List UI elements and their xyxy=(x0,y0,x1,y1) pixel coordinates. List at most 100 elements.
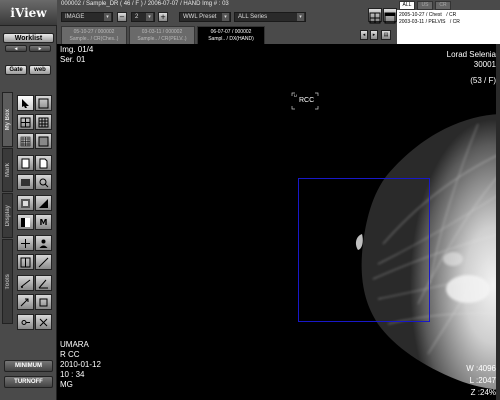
study-history-panel: ALL US CR 2005-10-27 / Chest / CR 2003-0… xyxy=(397,0,500,44)
grid-icon xyxy=(20,136,31,146)
zoom-tool-button[interactable] xyxy=(17,195,34,211)
worklist-button[interactable]: Worklist xyxy=(3,33,54,43)
study-date: 2010-01-12 xyxy=(60,360,101,369)
chevron-right-icon: ▸ xyxy=(372,32,376,38)
study-tab-1[interactable]: 05-10-27 / 000002 Sample.. / CR(Ches..) xyxy=(61,26,127,44)
marker-label: RCC xyxy=(299,97,315,104)
annotation-icon xyxy=(20,279,31,288)
menu-icon: ▤ xyxy=(383,32,389,38)
layout-select[interactable]: 2 ▾ xyxy=(131,12,155,22)
window-level: L :2047 xyxy=(469,376,496,385)
annotation-tool-button[interactable] xyxy=(17,275,34,291)
layout-single-button[interactable] xyxy=(383,8,397,24)
study-tab-2-desc: Sample.. / CR(PELV..) xyxy=(137,36,187,42)
wwl-preset-value: WWL Preset xyxy=(183,14,217,20)
grid-custom-button[interactable] xyxy=(35,133,52,149)
history-row[interactable]: 2003-03-11 / PELVIS / CR xyxy=(399,19,460,25)
settings-tool-button[interactable] xyxy=(35,314,52,330)
history-row-modality: / CR xyxy=(446,12,457,18)
wwl-preset-select[interactable]: WWL Preset ▾ xyxy=(179,12,231,22)
grid-icon xyxy=(369,12,381,24)
worklist-prev-button[interactable]: ◂ xyxy=(5,45,27,52)
layout-select-value: 2 xyxy=(135,14,139,20)
device-name: Lorad Selenia xyxy=(446,50,496,59)
layout-grid-button[interactable] xyxy=(368,8,382,24)
tab-my-box[interactable]: My Box xyxy=(2,92,13,147)
tab-display-label: Display xyxy=(4,204,11,227)
view-position: R CC xyxy=(60,350,80,359)
contrast-icon xyxy=(39,198,48,208)
history-tab-cr[interactable]: CR xyxy=(435,1,451,10)
tab-scroll-left-button[interactable]: ◂ xyxy=(360,30,368,40)
grid-1x1-button[interactable] xyxy=(35,95,52,111)
turnoff-button[interactable]: TURNOFF xyxy=(4,376,53,388)
study-tab-2-date: 03-03-11 / 000002 xyxy=(141,29,183,35)
measure-tool-button[interactable] xyxy=(35,254,52,270)
chevron-down-icon: ▾ xyxy=(222,13,229,21)
history-tab-us[interactable]: US xyxy=(417,1,433,10)
page-icon xyxy=(39,158,48,168)
page-tool-button[interactable] xyxy=(35,155,52,171)
key-image-tool-button[interactable] xyxy=(17,314,34,330)
study-tab-3[interactable]: 06-07-07 / 000002 Sampl.. / DX(HAND) xyxy=(197,26,265,44)
select-tool-button[interactable] xyxy=(17,95,34,111)
chevron-down-icon: ▾ xyxy=(297,13,304,21)
invert-tool-button[interactable] xyxy=(17,214,34,230)
left-sidebar: iView Worklist ◂ ▸ Gate web My Box Mark … xyxy=(0,0,57,400)
history-row-desc: 2003-03-11 / PELVIS xyxy=(399,19,446,25)
image-viewport[interactable]: U RCC Img. 01/4 Ser. 01 Lorad Selenia 30… xyxy=(58,44,500,400)
magnify-tool-button[interactable] xyxy=(35,174,52,190)
plus-icon: + xyxy=(160,13,166,21)
history-row[interactable]: 2005-10-27 / Chest / CR xyxy=(399,12,456,18)
minimum-button[interactable]: MINIMUM xyxy=(4,360,53,372)
tab-mark[interactable]: Mark xyxy=(2,148,13,192)
tab-scroll-right-button[interactable]: ▸ xyxy=(370,30,378,40)
web-button[interactable]: web xyxy=(29,65,51,75)
arrow-icon xyxy=(20,298,29,306)
tab-tools[interactable]: Tools xyxy=(2,239,13,324)
tab-menu-button[interactable]: ▤ xyxy=(381,30,391,40)
history-tabs: ALL US CR xyxy=(397,0,500,10)
grid-4x4-button[interactable] xyxy=(17,133,34,149)
chevron-down-icon: ▾ xyxy=(146,13,153,21)
grid-2x2-button[interactable] xyxy=(17,114,34,130)
pan-tool-button[interactable] xyxy=(17,235,34,251)
worklist-next-button[interactable]: ▸ xyxy=(29,45,51,52)
reset-icon xyxy=(39,298,48,306)
select-icon xyxy=(22,98,29,108)
next-image-button[interactable]: + xyxy=(158,12,168,22)
user-icon xyxy=(39,239,48,248)
gate-button[interactable]: Gate xyxy=(5,65,27,75)
magnify-icon xyxy=(39,178,49,187)
info-icon xyxy=(21,158,30,168)
study-tab-2[interactable]: 03-03-11 / 000002 Sample.. / CR(PELV..) xyxy=(129,26,195,44)
m-icon: M xyxy=(39,217,48,227)
series-select[interactable]: ALL Series ▾ xyxy=(234,12,306,22)
reset-tool-button[interactable] xyxy=(35,294,52,310)
study-tab-3-date: 06-07-07 / 000002 xyxy=(210,29,252,35)
prev-image-button[interactable]: − xyxy=(117,12,127,22)
mammogram-image[interactable] xyxy=(58,44,500,400)
flip-tool-button[interactable] xyxy=(17,254,34,270)
cine-tool-button[interactable] xyxy=(17,174,34,190)
info-tool-button[interactable] xyxy=(17,155,34,171)
angle-tool-button[interactable] xyxy=(35,275,52,291)
view-marker: U RCC xyxy=(291,92,319,110)
invert-icon xyxy=(21,217,30,227)
study-tab-1-date: 05-10-27 / 000002 xyxy=(73,29,115,35)
grid-3x3-button[interactable] xyxy=(35,114,52,130)
zoom-icon xyxy=(21,198,30,208)
grid-icon xyxy=(38,136,49,146)
history-tab-all[interactable]: ALL xyxy=(399,1,415,10)
side-tab-strip: My Box Mark Display Tools xyxy=(2,92,13,344)
roi-rectangle[interactable] xyxy=(298,178,430,322)
text-tool-button[interactable] xyxy=(17,294,34,310)
modality-select[interactable]: IMAGE ▾ xyxy=(61,12,113,22)
app-logo: iView xyxy=(0,0,57,26)
tab-display[interactable]: Display xyxy=(2,193,13,238)
cine-icon xyxy=(21,178,30,186)
viewport-scrollbar[interactable] xyxy=(496,44,500,400)
user-tool-button[interactable] xyxy=(35,235,52,251)
window-level-tool-button[interactable] xyxy=(35,195,52,211)
rotate-tool-button[interactable]: M xyxy=(35,214,52,230)
